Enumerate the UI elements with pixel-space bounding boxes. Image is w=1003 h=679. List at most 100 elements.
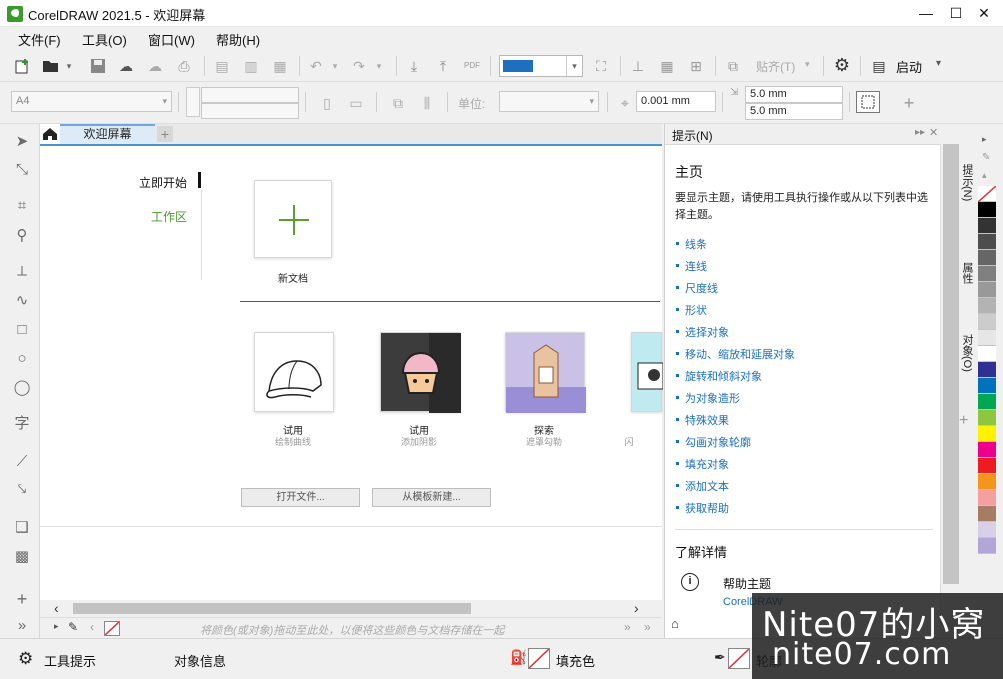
print-icon[interactable]: ⎙: [175, 57, 193, 75]
new-from-template-button[interactable]: 从模板新建...: [372, 488, 491, 507]
color-swatch[interactable]: [978, 442, 996, 458]
zoom-level-combo[interactable]: ▾: [499, 55, 583, 77]
menu-file[interactable]: 文件(F): [18, 30, 61, 49]
page-size-select[interactable]: A4 ▾: [11, 91, 172, 112]
menu-help[interactable]: 帮助(H): [216, 30, 260, 49]
color-swatch[interactable]: [978, 490, 996, 506]
undo-dropdown-icon[interactable]: ▾: [326, 57, 344, 75]
card-image-cap[interactable]: [254, 332, 334, 412]
color-swatch[interactable]: [978, 298, 996, 314]
add-property-icon[interactable]: +: [900, 94, 918, 112]
redo-icon[interactable]: ↷: [350, 57, 368, 75]
hint-topic-link[interactable]: 添加文本: [685, 478, 729, 494]
export-icon[interactable]: ⤒: [434, 57, 452, 75]
rulers-icon[interactable]: ⊥: [629, 57, 647, 75]
menu-window[interactable]: 窗口(W): [148, 30, 195, 49]
color-swatch[interactable]: [978, 314, 996, 330]
crop-tool-icon[interactable]: ⌗: [12, 196, 32, 216]
hint-topic-link[interactable]: 形状: [685, 302, 707, 318]
hint-topic-link[interactable]: 获取帮助: [685, 500, 729, 516]
duplicate-x-field[interactable]: 5.0 mm: [745, 86, 843, 103]
hint-topic-link[interactable]: 选择对象: [685, 324, 729, 340]
cloud-share-icon[interactable]: ☁: [146, 57, 164, 75]
transparency-tool-icon[interactable]: ▩: [12, 547, 32, 567]
new-document-tile[interactable]: [254, 180, 332, 258]
outline-color-swatch[interactable]: [728, 648, 750, 669]
nudge-distance-field[interactable]: 0.001 mm: [636, 91, 716, 112]
redo-dropdown-icon[interactable]: ▾: [370, 57, 388, 75]
tab-hints[interactable]: 提示(N): [959, 164, 975, 224]
eyedropper-icon[interactable]: ✎: [68, 620, 78, 634]
options-gear-icon[interactable]: ⚙: [833, 56, 851, 74]
docker-home-icon[interactable]: ⌂: [671, 616, 679, 631]
color-swatch[interactable]: [978, 218, 996, 234]
cloud-upload-icon[interactable]: ☁: [117, 57, 135, 75]
color-swatch[interactable]: [978, 410, 996, 426]
fill-color-swatch[interactable]: [528, 648, 550, 669]
page-width-field[interactable]: [201, 87, 299, 103]
full-screen-icon[interactable]: ⛶: [592, 57, 610, 75]
color-swatch[interactable]: [978, 202, 996, 218]
color-swatch[interactable]: [978, 426, 996, 442]
zoom-tool-icon[interactable]: ⚲: [12, 226, 32, 246]
tab-properties[interactable]: 属性: [959, 262, 975, 302]
docker-collapse-icon[interactable]: ▸▸: [915, 127, 925, 138]
artistic-media-icon[interactable]: ∿: [12, 291, 32, 311]
palette-expand-icon[interactable]: »: [644, 620, 651, 634]
snap-to-label[interactable]: 贴齐(T): [756, 58, 795, 75]
color-swatch[interactable]: [978, 522, 996, 538]
hint-topic-link[interactable]: 填充对象: [685, 456, 729, 472]
open-folder-icon[interactable]: [42, 57, 60, 75]
add-tool-icon[interactable]: +: [12, 589, 32, 609]
units-select[interactable]: ▾: [499, 91, 599, 112]
paste-icon[interactable]: ▦: [271, 57, 289, 75]
nav-get-started[interactable]: 立即开始: [139, 174, 187, 191]
hint-topic-link[interactable]: 为对象造形: [685, 390, 740, 406]
treat-as-filled-icon[interactable]: [856, 91, 880, 113]
docker-scrollbar-thumb[interactable]: [943, 144, 959, 584]
color-swatch[interactable]: [978, 474, 996, 490]
launch-label[interactable]: 启动: [896, 57, 922, 76]
palette-options-icon[interactable]: ▸: [982, 134, 987, 145]
hint-topic-link[interactable]: 勾画对象轮廓: [685, 434, 751, 450]
hint-topic-link[interactable]: 线条: [685, 236, 707, 252]
expand-toolbox-icon[interactable]: »: [12, 616, 32, 636]
color-swatch[interactable]: [978, 362, 996, 378]
color-swatch[interactable]: [978, 330, 996, 346]
all-pages-icon[interactable]: ⧉: [389, 94, 407, 112]
tab-objects[interactable]: 对象(O): [959, 334, 975, 390]
palette-eyedropper-icon[interactable]: ✎: [982, 152, 990, 163]
color-swatch[interactable]: [978, 538, 996, 554]
snap-icon[interactable]: ⧉: [724, 57, 742, 75]
snap-dropdown-icon[interactable]: ▾: [805, 59, 810, 70]
palette-menu-icon[interactable]: ▸: [54, 621, 59, 632]
ellipse-tool-icon[interactable]: ○: [12, 349, 32, 369]
dimension-tool-icon[interactable]: ⟋: [12, 452, 32, 472]
palette-scroll-up-icon[interactable]: ▴: [982, 170, 987, 181]
grid-icon[interactable]: ▦: [658, 57, 676, 75]
dropdown-arrow-icon[interactable]: ▾: [60, 57, 78, 75]
color-swatch[interactable]: [978, 378, 996, 394]
publish-pdf-icon[interactable]: PDF: [463, 57, 481, 75]
color-swatch[interactable]: [978, 266, 996, 282]
add-docker-icon[interactable]: +: [959, 412, 968, 430]
menu-tools[interactable]: 工具(O): [82, 30, 127, 49]
color-swatch[interactable]: [978, 458, 996, 474]
copy-icon[interactable]: ▥: [242, 57, 260, 75]
nav-workspace[interactable]: 工作区: [151, 208, 187, 225]
landscape-icon[interactable]: ▭: [347, 94, 365, 112]
hint-topic-link[interactable]: 旋转和倾斜对象: [685, 368, 762, 384]
tab-welcome-screen[interactable]: 欢迎屏幕: [60, 124, 155, 144]
pick-tool-icon[interactable]: ➤: [12, 132, 32, 152]
connector-tool-icon[interactable]: ⤥: [12, 480, 32, 500]
card-image-cupcake[interactable]: [380, 332, 461, 413]
color-swatch[interactable]: [978, 506, 996, 522]
hint-topic-link[interactable]: 移动、缩放和延展对象: [685, 346, 795, 362]
duplicate-y-field[interactable]: 5.0 mm: [745, 103, 843, 120]
palette-scroll-right-icon[interactable]: »: [624, 620, 631, 634]
close-button[interactable]: ✕: [964, 0, 1003, 27]
guidelines-icon[interactable]: ⊞: [687, 57, 705, 75]
card-image-milk-box[interactable]: [505, 332, 586, 413]
add-tab-icon[interactable]: +: [157, 126, 173, 142]
scroll-right-icon[interactable]: ›: [634, 600, 639, 616]
